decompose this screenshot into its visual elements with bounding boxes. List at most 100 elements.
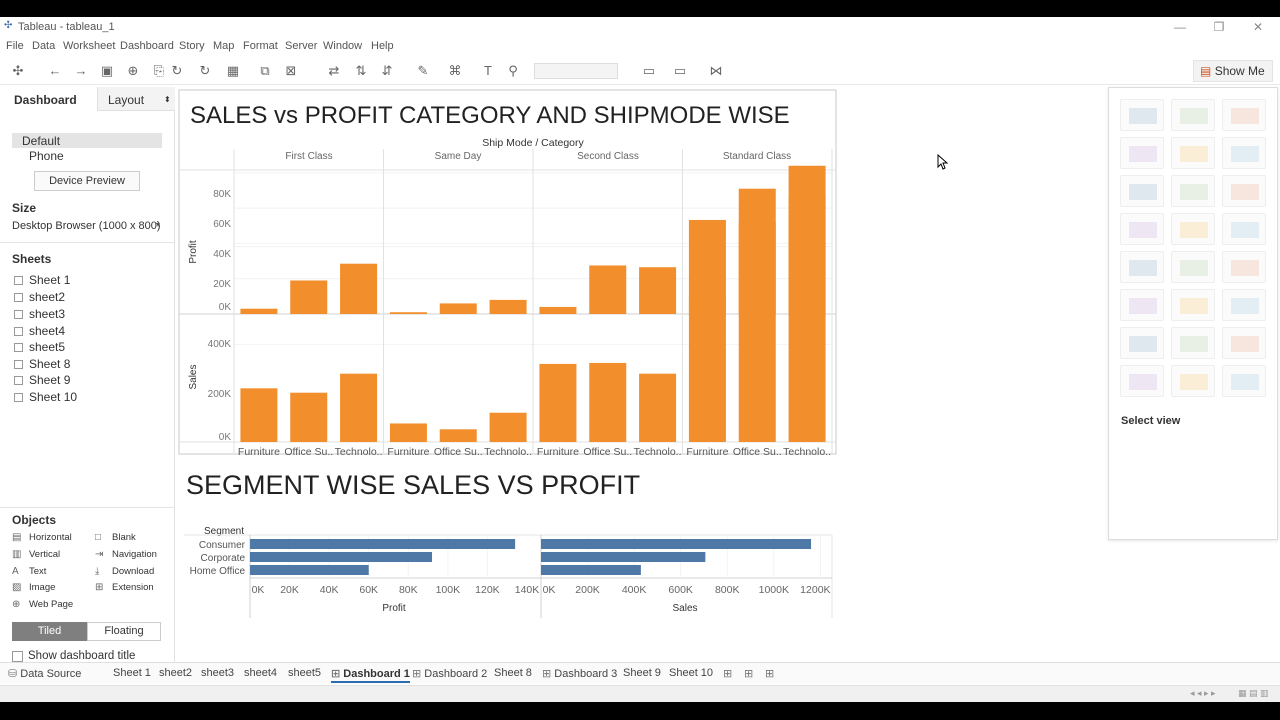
tab-dashboard-2[interactable]: ⊞ Dashboard 2	[412, 667, 487, 680]
profit-bar[interactable]	[240, 308, 278, 314]
highlight-icon[interactable]: ✎	[414, 62, 432, 80]
sort-descending-icon[interactable]: ⇵	[378, 62, 396, 80]
show-title-checkbox[interactable]	[12, 651, 23, 662]
labels-icon[interactable]: T	[479, 62, 497, 80]
save-icon[interactable]: ▣	[98, 62, 116, 80]
chart-type-option[interactable]	[1120, 137, 1164, 169]
chart-type-option[interactable]	[1222, 365, 1266, 397]
chart-type-option[interactable]	[1222, 251, 1266, 283]
grid-view-icon[interactable]: ▦ ▤ ▥	[1238, 688, 1269, 699]
tab-sheet[interactable]: sheet4	[244, 667, 277, 679]
size-dropdown[interactable]: Desktop Browser (1000 x 800)	[12, 220, 161, 232]
chart-type-option[interactable]	[1120, 99, 1164, 131]
menu-window[interactable]: Window	[323, 40, 362, 52]
tab-sheet[interactable]: Sheet 9	[623, 667, 661, 679]
sort-ascending-icon[interactable]: ⇅	[352, 62, 370, 80]
sheet-item[interactable]: Sheet 1	[14, 273, 70, 287]
refresh-icon[interactable]: ↻	[168, 62, 186, 80]
profit-bar[interactable]	[250, 565, 369, 575]
sales-bar[interactable]	[639, 373, 677, 442]
menu-file[interactable]: File	[6, 40, 24, 52]
chart-type-option[interactable]	[1171, 99, 1215, 131]
profit-bar[interactable]	[639, 267, 677, 314]
profit-bar[interactable]	[439, 303, 477, 314]
sales-bar[interactable]	[240, 388, 278, 442]
chart-type-option[interactable]	[1222, 99, 1266, 131]
chart-type-option[interactable]	[1171, 137, 1215, 169]
tab-sheet[interactable]: Sheet 1	[113, 667, 151, 679]
tab-sheet[interactable]: Sheet 8	[494, 667, 532, 679]
chart-type-option[interactable]	[1120, 251, 1164, 283]
tab-sheet[interactable]: sheet2	[159, 667, 192, 679]
object-image[interactable]: ▨ Image	[12, 582, 55, 593]
sales-bar[interactable]	[541, 539, 812, 549]
tab-dashboard[interactable]: Dashboard	[14, 89, 77, 111]
chart-type-option[interactable]	[1222, 327, 1266, 359]
sales-bar[interactable]	[389, 423, 427, 442]
sales-bar[interactable]	[541, 565, 641, 575]
auto-update-icon[interactable]: ↻	[196, 62, 214, 80]
object-vertical[interactable]: ▥ Vertical	[12, 549, 60, 560]
chart-type-option[interactable]	[1171, 213, 1215, 245]
floating-button[interactable]: Floating	[87, 622, 161, 641]
chart-type-option[interactable]	[1171, 175, 1215, 207]
tab-layout[interactable]: Layout	[108, 89, 144, 111]
sheet-item[interactable]: sheet3	[14, 307, 65, 321]
menu-worksheet[interactable]: Worksheet	[63, 40, 115, 52]
minimize-icon[interactable]: —	[1160, 18, 1200, 36]
profit-bar[interactable]	[250, 552, 433, 562]
sales-bar[interactable]	[340, 373, 378, 442]
chevron-down-icon[interactable]: ▾	[156, 220, 160, 229]
object-extension[interactable]: ⊞ Extension	[95, 582, 154, 593]
fit-dropdown[interactable]	[534, 63, 618, 79]
sales-bar[interactable]	[489, 412, 527, 442]
show-me-button[interactable]: ▤ Show Me	[1193, 60, 1273, 82]
menu-dashboard[interactable]: Dashboard	[120, 40, 174, 52]
undo-icon[interactable]: ←	[46, 62, 64, 80]
object-navigation[interactable]: ⇥ Navigation	[95, 549, 157, 560]
profit-bar[interactable]	[489, 299, 527, 314]
profit-bar[interactable]	[539, 306, 577, 314]
chart-type-option[interactable]	[1171, 327, 1215, 359]
sales-bar[interactable]	[688, 219, 726, 442]
profit-bar[interactable]	[340, 263, 378, 314]
tableau-icon[interactable]: ✣	[9, 62, 27, 80]
chart-type-option[interactable]	[1120, 175, 1164, 207]
new-worksheet-icon[interactable]: ⊞	[723, 667, 732, 680]
sheet-item[interactable]: sheet5	[14, 340, 65, 354]
share-icon[interactable]: ⋈	[707, 62, 725, 80]
pause-updates-icon[interactable]: ⎘	[150, 62, 168, 80]
new-data-source-icon[interactable]: ⊕	[124, 62, 142, 80]
menu-map[interactable]: Map	[213, 40, 234, 52]
new-worksheet-icon[interactable]: ▦	[224, 62, 242, 80]
object-web-page[interactable]: ⊕ Web Page	[12, 599, 73, 610]
chart-type-option[interactable]	[1171, 289, 1215, 321]
chart-type-option[interactable]	[1120, 289, 1164, 321]
sales-bar[interactable]	[290, 392, 328, 442]
presentation-icon[interactable]: ▭	[671, 62, 689, 80]
sheet-item[interactable]: Sheet 8	[14, 357, 70, 371]
sales-bar[interactable]	[788, 195, 826, 442]
menu-format[interactable]: Format	[243, 40, 278, 52]
menu-data[interactable]: Data	[32, 40, 55, 52]
chart-type-option[interactable]	[1120, 327, 1164, 359]
chart-type-option[interactable]	[1120, 365, 1164, 397]
object-horizontal[interactable]: ▤ Horizontal	[12, 532, 72, 543]
device-default[interactable]: Default	[22, 134, 60, 148]
chart-type-option[interactable]	[1222, 213, 1266, 245]
menu-server[interactable]: Server	[285, 40, 317, 52]
chart-type-option[interactable]	[1120, 213, 1164, 245]
tab-dashboard-3[interactable]: ⊞ Dashboard 3	[542, 667, 617, 680]
group-icon[interactable]: ⌘	[446, 62, 464, 80]
tab-sheet[interactable]: Sheet 10	[669, 667, 713, 679]
object-download[interactable]: ⤓ Download	[95, 566, 154, 577]
show-cards-icon[interactable]: ▭	[640, 62, 658, 80]
sales-bar[interactable]	[541, 552, 706, 562]
redo-icon[interactable]: →	[72, 62, 90, 80]
chart-type-option[interactable]	[1222, 137, 1266, 169]
object-blank[interactable]: □ Blank	[95, 532, 136, 543]
device-preview-button[interactable]: Device Preview	[34, 171, 140, 191]
fix-axes-icon[interactable]: ⚲	[504, 62, 522, 80]
device-phone[interactable]: Phone	[29, 149, 64, 163]
chart-type-option[interactable]	[1222, 175, 1266, 207]
